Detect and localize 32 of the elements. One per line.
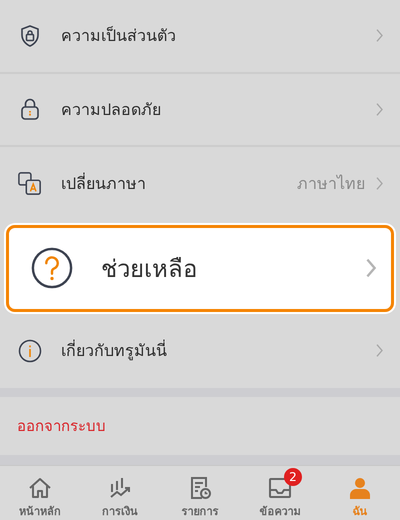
menu-row[interactable]: เปลี่ยนภาษา ภาษาไทย <box>0 147 400 221</box>
chevron-icon <box>375 343 384 358</box>
home-icon <box>28 476 52 500</box>
logout-link[interactable]: ออกจากระบบ <box>17 414 106 438</box>
inbox-icon <box>268 476 292 500</box>
menu-row[interactable]: ความเป็นส่วนตัว <box>0 0 400 74</box>
translate-icon <box>18 172 42 196</box>
menu-row[interactable]: ความปลอดภัย <box>0 74 400 148</box>
menu-label: ความปลอดภัย <box>61 98 162 121</box>
shield-lock-icon <box>18 24 42 48</box>
chevron-icon <box>375 28 384 44</box>
menu-row[interactable]: เกี่ยวกับทรูมันนี่ <box>0 314 400 388</box>
nav-tab[interactable]: หน้าหลัก <box>0 466 80 520</box>
menu-label: ช่วยเหลือ <box>101 254 198 285</box>
nav-tab[interactable]: รายการ <box>160 466 240 520</box>
menu-label: เกี่ยวกับทรูมันนี่ <box>61 338 168 362</box>
chevron-icon <box>365 257 377 280</box>
document-clock-icon <box>188 476 212 500</box>
chevron-icon <box>375 176 384 192</box>
chart-icon <box>108 476 132 500</box>
person-icon <box>348 476 372 500</box>
menu-label: ความเป็นส่วนตัว <box>61 25 177 48</box>
chevron-icon <box>375 102 384 117</box>
nav-tab[interactable]: 2 ข้อความ <box>240 466 320 520</box>
notification-badge: 2 <box>284 468 302 486</box>
nav-tab[interactable]: การเงิน <box>80 466 160 520</box>
help-row[interactable]: ช่วยเหลือ <box>6 224 394 312</box>
current-language: ภาษาไทย <box>297 173 365 196</box>
info-icon <box>18 338 42 363</box>
padlock-icon <box>18 97 42 122</box>
menu-label: เปลี่ยนภาษา <box>61 172 147 196</box>
question-icon <box>31 247 73 290</box>
